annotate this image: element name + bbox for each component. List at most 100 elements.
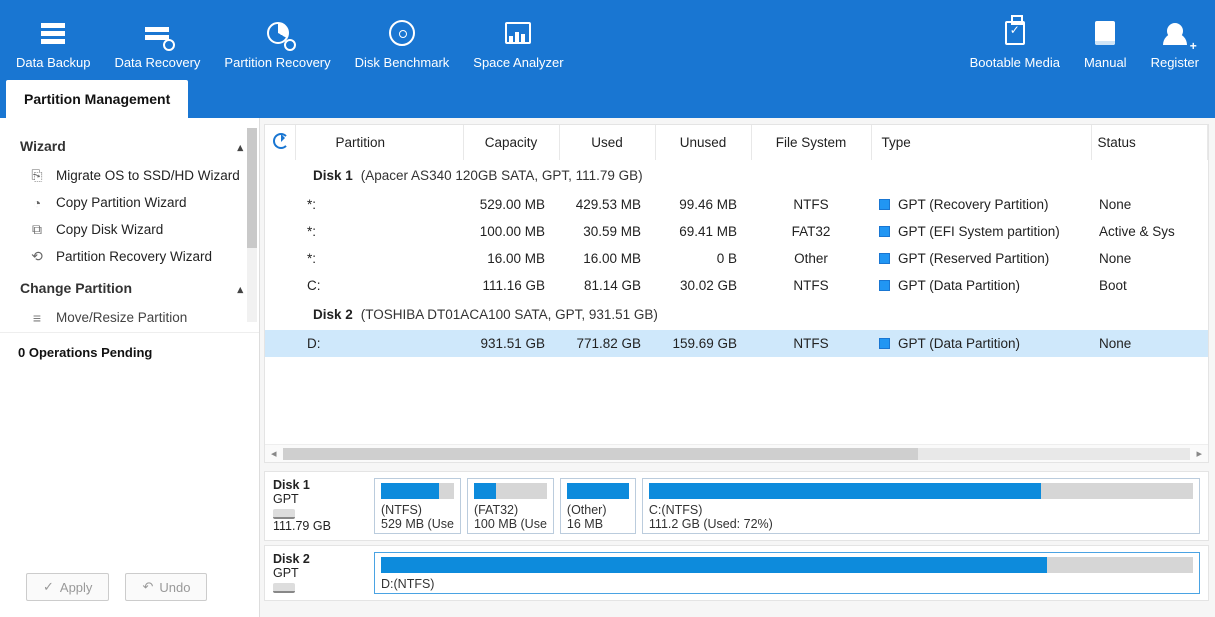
cell-type: GPT (Reserved Partition) bbox=[898, 251, 1049, 266]
col-used[interactable]: Used bbox=[559, 125, 655, 160]
diskbar-seg[interactable]: (Other) 16 MB bbox=[560, 478, 636, 534]
cell-unused: 30.02 GB bbox=[655, 272, 751, 299]
cell-status: None bbox=[1091, 245, 1208, 272]
disk-desc: (Apacer AS340 120GB SATA, GPT, 111.79 GB… bbox=[361, 168, 643, 183]
sidebar-item-move-resize[interactable]: ≡ Move/Resize Partition bbox=[20, 304, 247, 331]
partition-row[interactable]: *: 529.00 MB 429.53 MB 99.46 MB NTFS GPT… bbox=[265, 191, 1208, 218]
cell-fs: FAT32 bbox=[751, 218, 871, 245]
cell-used: 429.53 MB bbox=[559, 191, 655, 218]
cell-letter: D: bbox=[295, 330, 463, 357]
disk-desc: (TOSHIBA DT01ACA100 SATA, GPT, 931.51 GB… bbox=[361, 307, 658, 322]
col-type[interactable]: Type bbox=[871, 125, 1091, 160]
toolbtn-partition-recovery[interactable]: Partition Recovery bbox=[212, 0, 342, 80]
partition-row[interactable]: C: 111.16 GB 81.14 GB 30.02 GB NTFS GPT … bbox=[265, 272, 1208, 299]
cell-type: GPT (EFI System partition) bbox=[898, 224, 1060, 239]
cell-capacity: 931.51 GB bbox=[463, 330, 559, 357]
sidebar-item-partition-recovery[interactable]: ⟲ Partition Recovery Wizard bbox=[20, 243, 247, 270]
seg-sub: 16 MB bbox=[567, 517, 629, 531]
cell-capacity: 111.16 GB bbox=[463, 272, 559, 299]
toolbtn-register[interactable]: + Register bbox=[1139, 0, 1211, 80]
disk-benchmark-icon bbox=[386, 17, 418, 49]
book-icon bbox=[1089, 17, 1121, 49]
cell-used: 16.00 MB bbox=[559, 245, 655, 272]
toolbtn-data-backup[interactable]: Data Backup bbox=[4, 0, 102, 80]
sidebar-item-copy-partition[interactable]: ◔ Copy Partition Wizard bbox=[20, 189, 247, 216]
diskbar-disk2[interactable]: Disk 2 GPT D:(NTFS) bbox=[264, 545, 1209, 601]
stack-icon bbox=[37, 17, 69, 49]
cell-status: Active & Sys bbox=[1091, 218, 1208, 245]
apply-button[interactable]: ✓ Apply bbox=[26, 573, 109, 601]
col-unused[interactable]: Unused bbox=[655, 125, 751, 160]
cell-capacity: 100.00 MB bbox=[463, 218, 559, 245]
stack-refresh-icon bbox=[141, 17, 173, 49]
diskbar-seg[interactable]: (NTFS) 529 MB (Use bbox=[374, 478, 461, 534]
toolbtn-label: Disk Benchmark bbox=[355, 55, 450, 70]
table-horz-scrollbar[interactable]: ◂ ▸ bbox=[265, 444, 1208, 462]
sidebar-item-label: Migrate OS to SSD/HD Wizard bbox=[56, 168, 240, 183]
operations-pending: 0 Operations Pending bbox=[0, 332, 259, 370]
toolbtn-label: Register bbox=[1151, 55, 1199, 70]
top-toolbar: Data Backup Data Recovery Partition Reco… bbox=[0, 0, 1215, 80]
cell-type: GPT (Data Partition) bbox=[898, 278, 1020, 293]
disk-name: Disk 2 bbox=[313, 307, 353, 322]
cell-type: GPT (Data Partition) bbox=[898, 336, 1020, 351]
refresh-icon[interactable] bbox=[273, 133, 289, 149]
diskbar-disk1[interactable]: Disk 1 GPT 111.79 GB (NTFS) 529 MB (Use … bbox=[264, 471, 1209, 541]
diskbar-seg[interactable]: (FAT32) 100 MB (Use bbox=[467, 478, 554, 534]
sidebar-group-title: Wizard bbox=[20, 138, 66, 154]
seg-label: (FAT32) bbox=[474, 503, 547, 517]
toolbtn-bootable-media[interactable]: ✓ Bootable Media bbox=[958, 0, 1072, 80]
partition-row-selected[interactable]: D: 931.51 GB 771.82 GB 159.69 GB NTFS GP… bbox=[265, 330, 1208, 357]
flag-icon bbox=[879, 226, 890, 237]
col-partition[interactable]: Partition bbox=[295, 125, 463, 160]
disk-header-2[interactable]: Disk 2 (TOSHIBA DT01ACA100 SATA, GPT, 93… bbox=[265, 299, 1208, 330]
sidebar-item-migrate-os[interactable]: ⎘ Migrate OS to SSD/HD Wizard bbox=[20, 162, 247, 189]
partition-row[interactable]: *: 16.00 MB 16.00 MB 0 B Other GPT (Rese… bbox=[265, 245, 1208, 272]
sidebar-group-title: Change Partition bbox=[20, 280, 132, 296]
cell-type: GPT (Recovery Partition) bbox=[898, 197, 1049, 212]
usb-check-icon: ✓ bbox=[999, 17, 1031, 49]
toolbtn-label: Space Analyzer bbox=[473, 55, 563, 70]
sidebar-group-wizard[interactable]: Wizard bbox=[20, 128, 247, 162]
col-filesystem[interactable]: File System bbox=[751, 125, 871, 160]
seg-label: (Other) bbox=[567, 503, 629, 517]
toolbtn-space-analyzer[interactable]: Space Analyzer bbox=[461, 0, 575, 80]
cell-letter: *: bbox=[295, 191, 463, 218]
seg-label: (NTFS) bbox=[381, 503, 454, 517]
cell-letter: C: bbox=[295, 272, 463, 299]
diskbar-seg[interactable]: C:(NTFS) 111.2 GB (Used: 72%) bbox=[642, 478, 1200, 534]
cell-unused: 0 B bbox=[655, 245, 751, 272]
tab-bar: Partition Management bbox=[0, 80, 1215, 118]
chart-icon bbox=[502, 17, 534, 49]
toolbtn-disk-benchmark[interactable]: Disk Benchmark bbox=[343, 0, 462, 80]
cell-fs: NTFS bbox=[751, 272, 871, 299]
seg-sub: 100 MB (Use bbox=[474, 517, 547, 531]
cell-unused: 69.41 MB bbox=[655, 218, 751, 245]
disk-header-1[interactable]: Disk 1 (Apacer AS340 120GB SATA, GPT, 11… bbox=[265, 160, 1208, 191]
col-capacity[interactable]: Capacity bbox=[463, 125, 559, 160]
scroll-right-icon[interactable]: ▸ bbox=[1196, 447, 1202, 460]
toolbtn-data-recovery[interactable]: Data Recovery bbox=[102, 0, 212, 80]
sidebar-scrollbar-thumb[interactable] bbox=[247, 128, 257, 248]
partition-row[interactable]: *: 100.00 MB 30.59 MB 69.41 MB FAT32 GPT… bbox=[265, 218, 1208, 245]
sidebar-item-label: Copy Disk Wizard bbox=[56, 222, 163, 237]
cell-letter: *: bbox=[295, 218, 463, 245]
chevron-up-icon bbox=[237, 280, 243, 296]
col-status[interactable]: Status bbox=[1091, 125, 1208, 160]
tab-partition-management[interactable]: Partition Management bbox=[6, 80, 188, 118]
cell-capacity: 16.00 MB bbox=[463, 245, 559, 272]
cell-used: 30.59 MB bbox=[559, 218, 655, 245]
sidebar-item-label: Copy Partition Wizard bbox=[56, 195, 187, 210]
cell-letter: *: bbox=[295, 245, 463, 272]
undo-button[interactable]: ↶ Undo bbox=[125, 573, 207, 601]
sidebar-item-label: Move/Resize Partition bbox=[56, 310, 187, 325]
hdd-icon bbox=[273, 583, 295, 593]
tab-label: Partition Management bbox=[24, 91, 170, 107]
sidebar-group-change-partition[interactable]: Change Partition bbox=[20, 270, 247, 304]
scroll-left-icon[interactable]: ◂ bbox=[271, 447, 277, 460]
diskbar-seg-selected[interactable]: D:(NTFS) bbox=[374, 552, 1200, 594]
toolbtn-label: Manual bbox=[1084, 55, 1127, 70]
sidebar-item-copy-disk[interactable]: ⧉ Copy Disk Wizard bbox=[20, 216, 247, 243]
toolbtn-manual[interactable]: Manual bbox=[1072, 0, 1139, 80]
toolbtn-label: Data Recovery bbox=[114, 55, 200, 70]
